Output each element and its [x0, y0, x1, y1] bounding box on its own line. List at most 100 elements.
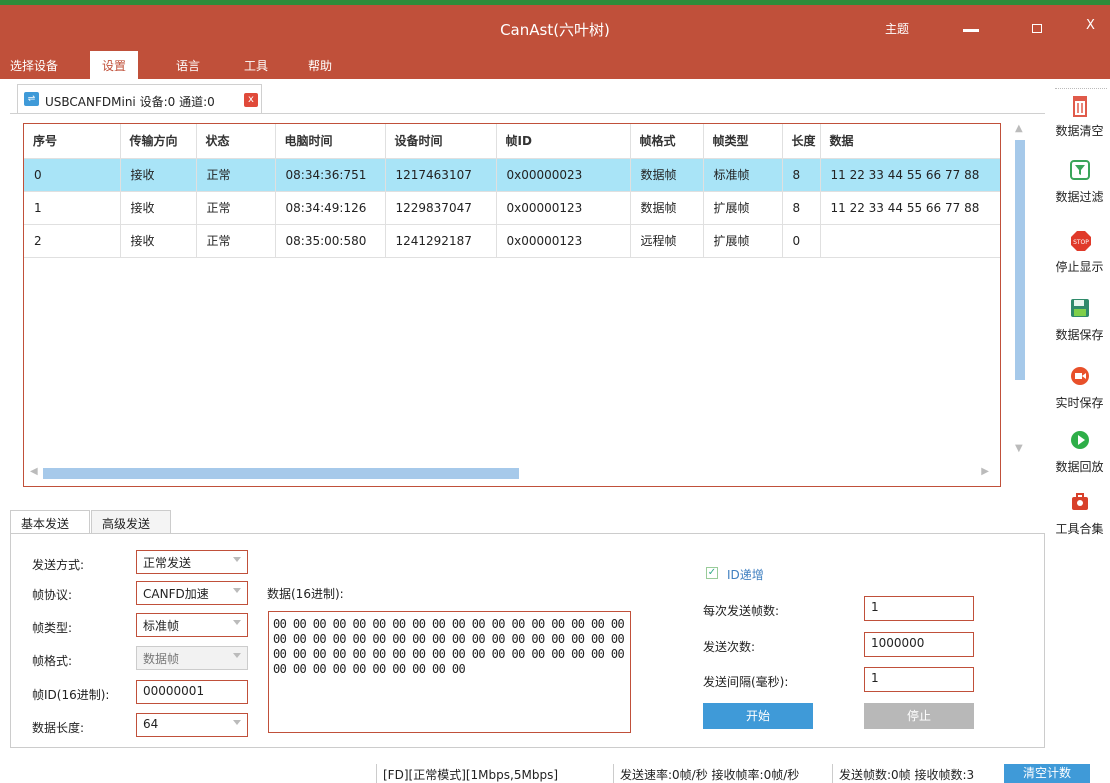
- menu-tools[interactable]: 工具: [244, 57, 268, 74]
- cell-status: 正常: [196, 224, 276, 258]
- chevron-down-icon: [233, 620, 241, 625]
- col-header-pc-time[interactable]: 电脑时间: [275, 124, 386, 159]
- send-count-input[interactable]: 1000000: [864, 632, 974, 657]
- send-mode-label: 发送方式:: [32, 558, 85, 572]
- col-header-status[interactable]: 状态: [196, 124, 276, 159]
- send-mode-select[interactable]: 正常发送: [136, 550, 248, 574]
- menu-help[interactable]: 帮助: [308, 57, 332, 74]
- chevron-down-icon: [233, 557, 241, 562]
- cell-length: 8: [782, 158, 821, 192]
- data-playback-label: 数据回放: [1055, 460, 1104, 474]
- send-mode-value: 正常发送: [143, 556, 192, 570]
- sidebar-divider: [1055, 88, 1107, 89]
- menu-bar: 选择设备 设置 语言 工具 帮助: [0, 51, 1110, 79]
- col-header-device-time[interactable]: 设备时间: [385, 124, 497, 159]
- tab-basic-send[interactable]: 基本发送: [10, 510, 90, 534]
- col-header-frame-format[interactable]: 帧格式: [630, 124, 704, 159]
- frame-format-label: 帧格式:: [32, 654, 73, 668]
- device-channel-tab[interactable]: ⇌ USBCANFDMini 设备:0 通道:0 x: [17, 84, 262, 114]
- stop-display-button[interactable]: STOP 停止显示: [1049, 230, 1110, 290]
- menu-settings[interactable]: 设置: [90, 51, 139, 79]
- clear-data-button[interactable]: 数据清空: [1049, 94, 1110, 154]
- cell-frame-id: 0x00000023: [496, 158, 631, 192]
- toolbox-label: 工具合集: [1055, 522, 1104, 536]
- filter-icon: [1069, 160, 1090, 182]
- hex-data-textarea[interactable]: 00 00 00 00 00 00 00 00 00 00 00 00 00 0…: [268, 611, 631, 733]
- data-length-select[interactable]: 64: [136, 713, 248, 737]
- cell-data: 11 22 33 44 55 66 77 88: [820, 191, 1000, 225]
- table-row[interactable]: 0 接收 正常 08:34:36:751 1217463107 0x000000…: [24, 158, 1000, 192]
- frame-data-grid[interactable]: 序号 传输方向 状态 电脑时间 设备时间 帧ID 帧格式 帧类型 长度 数据 0…: [23, 123, 1001, 487]
- data-playback-button[interactable]: 数据回放: [1049, 430, 1110, 490]
- col-header-data[interactable]: 数据: [820, 124, 1000, 159]
- close-window-button[interactable]: X: [1086, 18, 1095, 33]
- cell-device-time: 1241292187: [385, 224, 497, 258]
- trash-icon: [1070, 94, 1090, 117]
- scroll-left-icon[interactable]: ◀: [30, 466, 38, 477]
- save-data-label: 数据保存: [1055, 328, 1104, 342]
- col-header-direction[interactable]: 传输方向: [120, 124, 197, 159]
- id-increment-checkbox[interactable]: ✓: [706, 567, 718, 579]
- stop-button[interactable]: 停止: [864, 703, 974, 729]
- cell-status: 正常: [196, 191, 276, 225]
- tab-advanced-send[interactable]: 高级发送: [91, 510, 171, 534]
- vertical-scroll-thumb[interactable]: [1015, 140, 1025, 380]
- record-icon: [1070, 366, 1090, 388]
- horizontal-scroll-thumb[interactable]: [43, 468, 519, 479]
- cell-direction: 接收: [120, 224, 197, 258]
- cell-frame-format: 数据帧: [630, 158, 704, 192]
- col-header-index[interactable]: 序号: [24, 124, 121, 159]
- data-length-label: 数据长度:: [32, 721, 85, 735]
- cell-pc-time: 08:35:00:580: [275, 224, 386, 258]
- filter-data-button[interactable]: 数据过滤: [1049, 160, 1110, 220]
- col-header-frame-type[interactable]: 帧类型: [703, 124, 783, 159]
- menu-select-device[interactable]: 选择设备: [10, 57, 58, 74]
- toolbox-button[interactable]: 工具合集: [1049, 492, 1110, 552]
- table-row[interactable]: 2 接收 正常 08:35:00:580 1241292187 0x000001…: [24, 224, 1000, 258]
- cell-device-time: 1217463107: [385, 158, 497, 192]
- horizontal-scrollbar[interactable]: ◀ ▶: [25, 466, 997, 480]
- cell-frame-id: 0x00000123: [496, 191, 631, 225]
- maximize-icon[interactable]: [1032, 24, 1042, 33]
- data-length-value: 64: [143, 717, 159, 731]
- cell-pc-time: 08:34:36:751: [275, 158, 386, 192]
- cell-frame-format: 远程帧: [630, 224, 704, 258]
- stop-display-label: 停止显示: [1055, 260, 1104, 274]
- cell-frame-format: 数据帧: [630, 191, 704, 225]
- protocol-select[interactable]: CANFD加速: [136, 581, 248, 605]
- save-data-button[interactable]: 数据保存: [1049, 298, 1110, 358]
- window-title: CanAst(六叶树): [500, 21, 610, 39]
- protocol-label: 帧协议:: [32, 588, 73, 602]
- status-counts: 发送帧数:0帧 接收帧数:3: [832, 764, 980, 783]
- frames-per-send-input[interactable]: 1: [864, 596, 974, 621]
- stop-icon: STOP: [1070, 230, 1091, 252]
- cell-data: [820, 224, 1000, 258]
- vertical-scrollbar[interactable]: ▲ ▼: [1011, 123, 1029, 463]
- usb-icon: ⇌: [24, 92, 39, 106]
- col-header-length[interactable]: 长度: [782, 124, 821, 159]
- play-icon: [1070, 430, 1090, 452]
- clear-count-button[interactable]: 清空计数: [1004, 764, 1090, 783]
- close-tab-icon[interactable]: x: [244, 93, 258, 107]
- frame-type-label: 帧类型:: [32, 621, 73, 635]
- frame-id-input[interactable]: 00000001: [136, 680, 248, 704]
- realtime-save-button[interactable]: 实时保存: [1049, 366, 1110, 426]
- chevron-down-icon: [233, 588, 241, 593]
- frame-type-select[interactable]: 标准帧: [136, 613, 248, 637]
- minimize-icon[interactable]: [963, 29, 979, 32]
- chevron-down-icon: [233, 653, 241, 658]
- table-row[interactable]: 1 接收 正常 08:34:49:126 1229837047 0x000001…: [24, 191, 1000, 225]
- col-header-frame-id[interactable]: 帧ID: [496, 124, 631, 159]
- cell-direction: 接收: [120, 191, 197, 225]
- cell-index: 0: [24, 158, 121, 192]
- menu-language[interactable]: 语言: [176, 57, 200, 74]
- theme-button[interactable]: 主题: [885, 20, 909, 37]
- scroll-right-icon[interactable]: ▶: [981, 466, 989, 477]
- send-interval-input[interactable]: 1: [864, 667, 974, 692]
- scroll-down-icon[interactable]: ▼: [1015, 443, 1023, 454]
- frame-format-select[interactable]: 数据帧: [136, 646, 248, 670]
- frames-per-send-label: 每次发送帧数:: [703, 604, 780, 618]
- scroll-up-icon[interactable]: ▲: [1015, 123, 1023, 134]
- hex-data-label: 数据(16进制):: [267, 587, 344, 601]
- start-button[interactable]: 开始: [703, 703, 813, 729]
